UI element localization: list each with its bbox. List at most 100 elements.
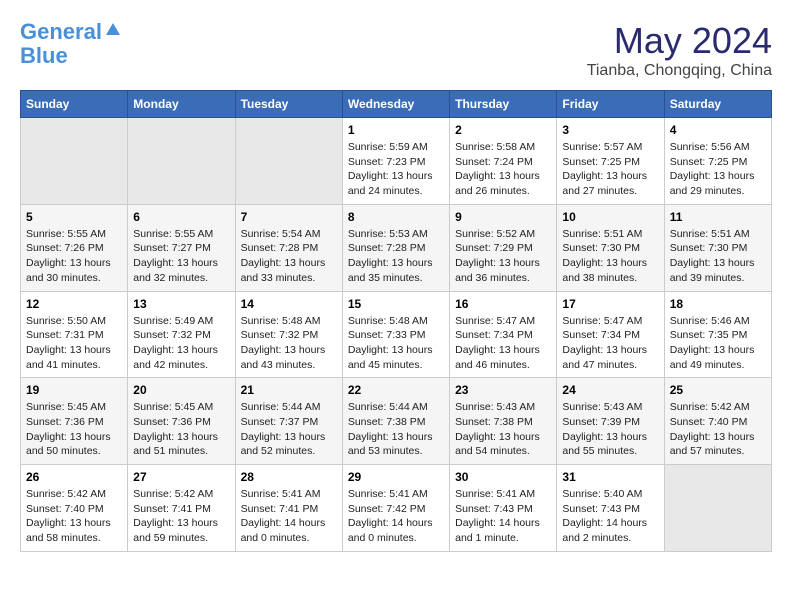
day-number: 23 [455, 383, 551, 397]
week-row-1: 1Sunrise: 5:59 AM Sunset: 7:23 PM Daylig… [21, 118, 772, 205]
day-cell [128, 118, 235, 205]
day-cell: 23 Sunrise: 5:43 AM Sunset: 7:38 PM Dayli… [450, 378, 557, 465]
day-info: Sunrise: 5:55 AM Sunset: 7:27 PM Dayligh… [133, 227, 229, 286]
day-info: Sunrise: 5:59 AM Sunset: 7:23 PM Dayligh… [348, 140, 444, 199]
logo-icon [104, 21, 122, 39]
month-title: May 2024 [587, 20, 772, 62]
logo-general: General [20, 19, 102, 44]
day-info: Sunrise: 5:43 AM Sunset: 7:38 PM Dayligh… [455, 400, 551, 459]
day-number: 25 [670, 383, 766, 397]
day-cell: 29Sunrise: 5:41 AM Sunset: 7:42 PM Dayli… [342, 465, 449, 552]
day-number: 17 [562, 297, 658, 311]
day-number: 12 [26, 297, 122, 311]
day-number: 16 [455, 297, 551, 311]
location: Tianba, Chongqing, China [587, 62, 772, 80]
day-cell: 27 Sunrise: 5:42 AM Sunset: 7:41 PM Dayli… [128, 465, 235, 552]
day-info: Sunrise: 5:57 AM Sunset: 7:25 PM Dayligh… [562, 140, 658, 199]
logo-text: General [20, 20, 122, 44]
day-number: 20 [133, 383, 229, 397]
day-info: Sunrise: 5:55 AM Sunset: 7:26 PM Dayligh… [26, 227, 122, 286]
day-cell [21, 118, 128, 205]
day-info: Sunrise: 5:48 AM Sunset: 7:33 PM Dayligh… [348, 314, 444, 373]
header-tuesday: Tuesday [235, 91, 342, 118]
day-cell: 3 Sunrise: 5:57 AM Sunset: 7:25 PM Daylig… [557, 118, 664, 205]
day-info: Sunrise: 5:45 AM Sunset: 7:36 PM Dayligh… [26, 400, 122, 459]
header-monday: Monday [128, 91, 235, 118]
header-thursday: Thursday [450, 91, 557, 118]
day-number: 7 [241, 210, 337, 224]
day-number: 19 [26, 383, 122, 397]
page-header: General Blue May 2024 Tianba, Chongqing,… [20, 20, 772, 80]
day-info: Sunrise: 5:56 AM Sunset: 7:25 PM Dayligh… [670, 140, 766, 199]
day-cell [235, 118, 342, 205]
day-cell: 7 Sunrise: 5:54 AM Sunset: 7:28 PM Daylig… [235, 204, 342, 291]
header-saturday: Saturday [664, 91, 771, 118]
day-cell: 4 Sunrise: 5:56 AM Sunset: 7:25 PM Daylig… [664, 118, 771, 205]
day-number: 26 [26, 470, 122, 484]
day-number: 2 [455, 123, 551, 137]
day-number: 31 [562, 470, 658, 484]
week-row-4: 19 Sunrise: 5:45 AM Sunset: 7:36 PM Dayli… [21, 378, 772, 465]
day-cell: 1Sunrise: 5:59 AM Sunset: 7:23 PM Daylig… [342, 118, 449, 205]
day-cell: 5Sunrise: 5:55 AM Sunset: 7:26 PM Daylig… [21, 204, 128, 291]
title-block: May 2024 Tianba, Chongqing, China [587, 20, 772, 80]
day-info: Sunrise: 5:58 AM Sunset: 7:24 PM Dayligh… [455, 140, 551, 199]
day-cell: 14Sunrise: 5:48 AM Sunset: 7:32 PM Dayli… [235, 291, 342, 378]
day-number: 11 [670, 210, 766, 224]
day-cell: 16Sunrise: 5:47 AM Sunset: 7:34 PM Dayli… [450, 291, 557, 378]
day-info: Sunrise: 5:42 AM Sunset: 7:40 PM Dayligh… [26, 487, 122, 546]
week-row-2: 5Sunrise: 5:55 AM Sunset: 7:26 PM Daylig… [21, 204, 772, 291]
header-row: SundayMondayTuesdayWednesdayThursdayFrid… [21, 91, 772, 118]
day-info: Sunrise: 5:41 AM Sunset: 7:41 PM Dayligh… [241, 487, 337, 546]
day-cell: 15 Sunrise: 5:48 AM Sunset: 7:33 PM Dayli… [342, 291, 449, 378]
day-info: Sunrise: 5:51 AM Sunset: 7:30 PM Dayligh… [562, 227, 658, 286]
day-number: 14 [241, 297, 337, 311]
week-row-3: 12Sunrise: 5:50 AM Sunset: 7:31 PM Dayli… [21, 291, 772, 378]
day-info: Sunrise: 5:45 AM Sunset: 7:36 PM Dayligh… [133, 400, 229, 459]
day-number: 24 [562, 383, 658, 397]
day-number: 4 [670, 123, 766, 137]
day-cell: 2 Sunrise: 5:58 AM Sunset: 7:24 PM Daylig… [450, 118, 557, 205]
day-number: 9 [455, 210, 551, 224]
day-number: 22 [348, 383, 444, 397]
day-number: 3 [562, 123, 658, 137]
day-info: Sunrise: 5:41 AM Sunset: 7:43 PM Dayligh… [455, 487, 551, 546]
day-cell: 19 Sunrise: 5:45 AM Sunset: 7:36 PM Dayli… [21, 378, 128, 465]
day-number: 18 [670, 297, 766, 311]
day-number: 13 [133, 297, 229, 311]
day-cell: 17 Sunrise: 5:47 AM Sunset: 7:34 PM Dayli… [557, 291, 664, 378]
day-info: Sunrise: 5:40 AM Sunset: 7:43 PM Dayligh… [562, 487, 658, 546]
day-cell: 21 Sunrise: 5:44 AM Sunset: 7:37 PM Dayli… [235, 378, 342, 465]
day-cell: 25Sunrise: 5:42 AM Sunset: 7:40 PM Dayli… [664, 378, 771, 465]
day-number: 6 [133, 210, 229, 224]
day-info: Sunrise: 5:49 AM Sunset: 7:32 PM Dayligh… [133, 314, 229, 373]
day-cell: 30 Sunrise: 5:41 AM Sunset: 7:43 PM Dayli… [450, 465, 557, 552]
day-cell: 20 Sunrise: 5:45 AM Sunset: 7:36 PM Dayli… [128, 378, 235, 465]
day-number: 15 [348, 297, 444, 311]
day-info: Sunrise: 5:47 AM Sunset: 7:34 PM Dayligh… [562, 314, 658, 373]
day-cell: 18Sunrise: 5:46 AM Sunset: 7:35 PM Dayli… [664, 291, 771, 378]
header-friday: Friday [557, 91, 664, 118]
day-info: Sunrise: 5:53 AM Sunset: 7:28 PM Dayligh… [348, 227, 444, 286]
logo-blue: Blue [20, 44, 122, 68]
day-info: Sunrise: 5:43 AM Sunset: 7:39 PM Dayligh… [562, 400, 658, 459]
day-cell [664, 465, 771, 552]
day-info: Sunrise: 5:54 AM Sunset: 7:28 PM Dayligh… [241, 227, 337, 286]
day-cell: 12Sunrise: 5:50 AM Sunset: 7:31 PM Dayli… [21, 291, 128, 378]
day-cell: 28 Sunrise: 5:41 AM Sunset: 7:41 PM Dayli… [235, 465, 342, 552]
day-info: Sunrise: 5:44 AM Sunset: 7:38 PM Dayligh… [348, 400, 444, 459]
day-info: Sunrise: 5:41 AM Sunset: 7:42 PM Dayligh… [348, 487, 444, 546]
day-cell: 24 Sunrise: 5:43 AM Sunset: 7:39 PM Dayli… [557, 378, 664, 465]
day-number: 27 [133, 470, 229, 484]
day-number: 21 [241, 383, 337, 397]
day-cell: 22 Sunrise: 5:44 AM Sunset: 7:38 PM Dayli… [342, 378, 449, 465]
day-info: Sunrise: 5:44 AM Sunset: 7:37 PM Dayligh… [241, 400, 337, 459]
header-sunday: Sunday [21, 91, 128, 118]
day-cell: 6 Sunrise: 5:55 AM Sunset: 7:27 PM Daylig… [128, 204, 235, 291]
week-row-5: 26 Sunrise: 5:42 AM Sunset: 7:40 PM Dayli… [21, 465, 772, 552]
day-info: Sunrise: 5:42 AM Sunset: 7:41 PM Dayligh… [133, 487, 229, 546]
day-number: 28 [241, 470, 337, 484]
day-number: 10 [562, 210, 658, 224]
day-number: 30 [455, 470, 551, 484]
day-cell: 31 Sunrise: 5:40 AM Sunset: 7:43 PM Dayli… [557, 465, 664, 552]
